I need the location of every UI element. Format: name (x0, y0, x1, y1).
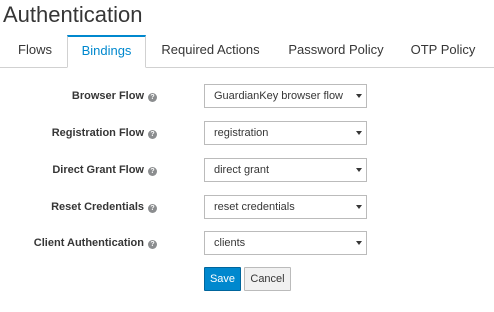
direct-grant-flow-label: Direct Grant Flow (52, 164, 144, 176)
form-row-registration-flow: Registration Flow? registration (0, 121, 494, 145)
form-label: Reset Credentials? (51, 195, 157, 219)
question-circle-icon[interactable]: ? (148, 204, 157, 213)
form-label: Direct Grant Flow? (52, 158, 157, 182)
registration-flow-label: Registration Flow (51, 127, 144, 139)
form-label: Client Authentication? (34, 231, 157, 255)
form-label: Registration Flow? (52, 121, 157, 145)
form-row-reset-credentials: Reset Credentials? reset credentials (0, 195, 494, 219)
reset-credentials-select[interactable]: reset credentials (204, 195, 367, 219)
browser-flow-value: GuardianKey browser flow (214, 90, 344, 102)
client-authentication-select[interactable]: clients (204, 231, 367, 255)
save-button[interactable]: Save (204, 267, 241, 291)
direct-grant-flow-value: direct grant (214, 164, 270, 176)
registration-flow-select[interactable]: registration (204, 121, 367, 145)
form-label: Browser Flow? (72, 84, 157, 108)
registration-flow-value: registration (214, 127, 269, 139)
browser-flow-label: Browser Flow (71, 90, 144, 102)
tab-flows[interactable]: Flows (4, 35, 66, 67)
page-title: Authentication (3, 2, 143, 27)
cancel-button[interactable]: Cancel (244, 267, 291, 291)
reset-credentials-label: Reset Credentials (51, 201, 144, 213)
direct-grant-flow-select[interactable]: direct grant (204, 158, 367, 182)
tab-required-actions[interactable]: Required Actions (149, 35, 272, 67)
caret-down-icon (356, 168, 362, 172)
tab-password-policy[interactable]: Password Policy (275, 35, 397, 67)
tab-bindings[interactable]: Bindings (67, 35, 146, 68)
tab-otp-policy[interactable]: OTP Policy (399, 35, 487, 67)
question-circle-icon[interactable]: ? (148, 130, 157, 139)
reset-credentials-value: reset credentials (214, 201, 295, 213)
caret-down-icon (356, 241, 362, 245)
caret-down-icon (356, 205, 362, 209)
form-row-browser-flow: Browser Flow? GuardianKey browser flow (0, 84, 494, 108)
caret-down-icon (356, 94, 362, 98)
tab-bar: Flows Bindings Required Actions Password… (0, 35, 494, 68)
form-row-client-authentication: Client Authentication? clients (0, 231, 494, 255)
form-row-direct-grant-flow: Direct Grant Flow? direct grant (0, 158, 494, 182)
client-authentication-label: Client Authentication (33, 237, 144, 249)
question-circle-icon[interactable]: ? (148, 240, 157, 249)
browser-flow-select[interactable]: GuardianKey browser flow (204, 84, 367, 108)
question-circle-icon[interactable]: ? (148, 167, 157, 176)
caret-down-icon (356, 131, 362, 135)
client-authentication-value: clients (214, 237, 246, 249)
question-circle-icon[interactable]: ? (148, 93, 157, 102)
